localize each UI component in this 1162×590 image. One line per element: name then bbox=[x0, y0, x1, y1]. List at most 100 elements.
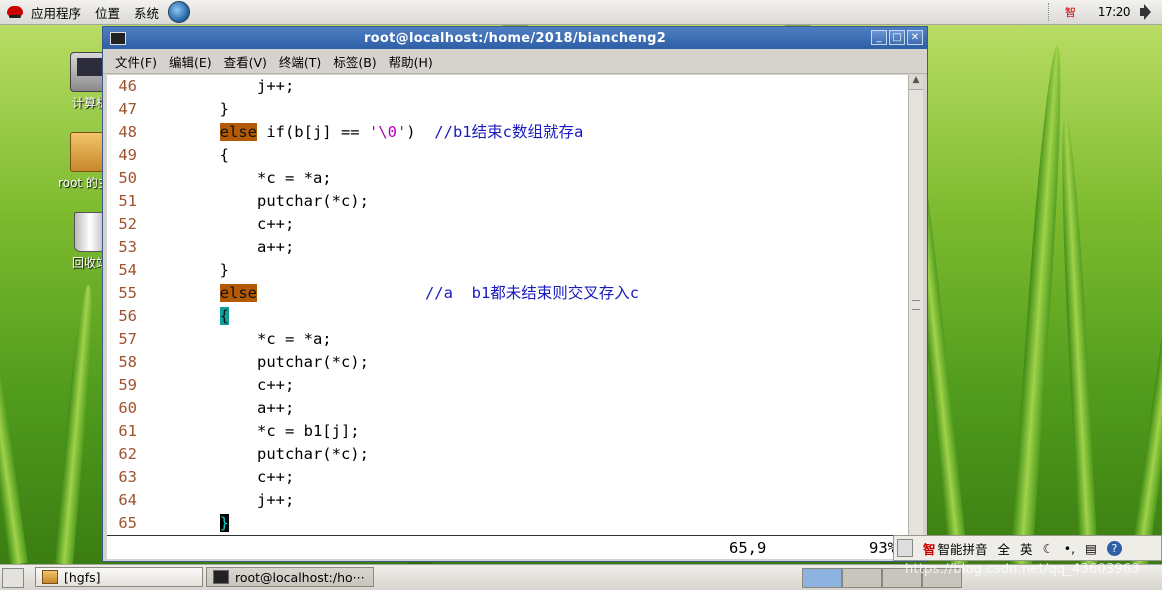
menu-help[interactable]: 帮助(H) bbox=[383, 52, 439, 71]
code-line: 58 putchar(*c); bbox=[107, 351, 909, 374]
line-number: 52 bbox=[118, 215, 137, 233]
code-text: a++; bbox=[145, 238, 295, 256]
ime-logo[interactable]: 智 bbox=[923, 539, 936, 558]
line-number: 59 bbox=[118, 376, 137, 394]
menu-applications[interactable]: 应用程序 bbox=[24, 3, 88, 22]
code-line: 56 { bbox=[107, 305, 909, 328]
vim-status-line: 65,9 93% bbox=[107, 535, 909, 559]
code-text: } bbox=[145, 261, 229, 279]
workspace-1[interactable] bbox=[802, 568, 842, 588]
taskbar-item-terminal[interactable]: root@localhost:/ho··· bbox=[206, 567, 374, 587]
code-text: if(b[j] == bbox=[256, 123, 369, 141]
terminal-window: root@localhost:/home/2018/biancheng2 _ □… bbox=[102, 26, 928, 562]
code-line: 49 { bbox=[107, 144, 909, 167]
terminal-icon bbox=[213, 570, 229, 584]
taskbar-item-hgfs[interactable]: [hgfs] bbox=[35, 567, 203, 587]
keyword-highlight: else bbox=[219, 284, 257, 302]
workspace-2[interactable] bbox=[842, 568, 882, 588]
menu-edit[interactable]: 编辑(E) bbox=[163, 52, 218, 71]
scroll-grip[interactable] bbox=[912, 300, 920, 310]
browser-launcher-icon[interactable] bbox=[168, 1, 191, 23]
code-line: 59 c++; bbox=[107, 374, 909, 397]
code-text: putchar(*c); bbox=[145, 192, 369, 210]
string-literal: '\0' bbox=[368, 123, 407, 141]
code-text: putchar(*c); bbox=[145, 445, 369, 463]
code-text: *c = *a; bbox=[145, 330, 332, 348]
minimize-button[interactable]: _ bbox=[871, 30, 887, 45]
line-number: 64 bbox=[118, 491, 137, 509]
menu-places[interactable]: 位置 bbox=[88, 3, 127, 22]
menu-tabs[interactable]: 标签(B) bbox=[327, 52, 382, 71]
panel-separator bbox=[1047, 3, 1051, 21]
code-text: *c = b1[j]; bbox=[145, 422, 360, 440]
code-line: 47 } bbox=[107, 98, 909, 121]
ime-moon-icon[interactable]: ☾ bbox=[1043, 541, 1054, 556]
menu-view[interactable]: 查看(V) bbox=[218, 52, 273, 71]
line-number: 56 bbox=[118, 307, 137, 325]
scroll-up-arrow-icon[interactable]: ▲ bbox=[909, 75, 923, 90]
code-text: c++; bbox=[145, 376, 295, 394]
ime-keyboard-icon[interactable]: ▤ bbox=[1085, 541, 1097, 556]
code-line: 60 a++; bbox=[107, 397, 909, 420]
maximize-button[interactable]: □ bbox=[889, 30, 905, 45]
code-line: 64 j++; bbox=[107, 489, 909, 512]
line-number: 53 bbox=[118, 238, 137, 256]
window-title: root@localhost:/home/2018/biancheng2 bbox=[363, 30, 667, 46]
line-number: 50 bbox=[118, 169, 137, 187]
line-number: 55 bbox=[118, 284, 137, 302]
ime-language-toggle[interactable]: 英 bbox=[1020, 539, 1033, 558]
menu-file[interactable]: 文件(F) bbox=[109, 52, 163, 71]
ime-punctuation-icon[interactable]: •, bbox=[1064, 541, 1075, 556]
ime-help-icon[interactable]: ? bbox=[1106, 540, 1122, 556]
menu-terminal[interactable]: 终端(T) bbox=[273, 52, 327, 71]
clock[interactable]: 17:20 bbox=[1098, 5, 1131, 19]
code-text: j++; bbox=[145, 77, 295, 95]
code-line: 53 a++; bbox=[107, 236, 909, 259]
close-button[interactable]: ✕ bbox=[907, 30, 923, 45]
watermark: https://blog.csdn.net/qq_43603963 bbox=[905, 562, 1140, 577]
code-text: *c = *a; bbox=[145, 169, 332, 187]
line-number: 65 bbox=[118, 514, 137, 532]
code-line: 63 c++; bbox=[107, 466, 909, 489]
code-line: 46 j++; bbox=[107, 75, 909, 98]
code-line: 54 } bbox=[107, 259, 909, 282]
folder-icon bbox=[42, 570, 58, 584]
ime-drag-handle[interactable] bbox=[897, 539, 913, 557]
volume-icon[interactable] bbox=[1138, 3, 1158, 21]
line-number: 49 bbox=[118, 146, 137, 164]
line-number: 61 bbox=[118, 422, 137, 440]
ime-name[interactable]: 智能拼音 bbox=[938, 539, 988, 558]
menu-system[interactable]: 系统 bbox=[127, 3, 166, 22]
redhat-logo-icon[interactable] bbox=[6, 3, 24, 21]
show-desktop-icon[interactable] bbox=[2, 568, 24, 588]
line-number: 54 bbox=[118, 261, 137, 279]
terminal-content[interactable]: 46 j++; 47 } 48 else if(b[j] == '\0') //b1… bbox=[107, 75, 909, 559]
code-text: c++; bbox=[145, 468, 295, 486]
code-text: { bbox=[145, 146, 229, 164]
code-text: a++; bbox=[145, 399, 295, 417]
ime-indicator-icon[interactable]: 智 bbox=[1065, 4, 1076, 20]
code-text: } bbox=[145, 100, 229, 118]
code-line: 50 *c = *a; bbox=[107, 167, 909, 190]
top-panel: 应用程序 位置 系统 智 17:20 bbox=[0, 0, 1162, 25]
ime-fullwidth-toggle[interactable]: 全 bbox=[998, 539, 1011, 558]
code-line: 55 else //a b1都未结束则交叉存入c bbox=[107, 282, 909, 305]
line-number: 60 bbox=[118, 399, 137, 417]
menubar: 文件(F) 编辑(E) 查看(V) 终端(T) 标签(B) 帮助(H) bbox=[103, 49, 927, 74]
ime-toolbar: 智 智能拼音 全 英 ☾ •, ▤ ? bbox=[893, 535, 1162, 561]
taskbar-item-label: root@localhost:/ho··· bbox=[235, 569, 365, 585]
code-text: putchar(*c); bbox=[145, 353, 369, 371]
code-comment: //b1结束c数组就存a bbox=[434, 123, 584, 141]
line-number: 57 bbox=[118, 330, 137, 348]
line-number: 46 bbox=[118, 77, 137, 95]
line-number: 62 bbox=[118, 445, 137, 463]
taskbar-item-label: [hgfs] bbox=[64, 569, 101, 585]
line-number: 51 bbox=[118, 192, 137, 210]
scrollbar[interactable]: ▲ bbox=[908, 75, 923, 535]
line-number: 47 bbox=[118, 100, 137, 118]
window-titlebar[interactable]: root@localhost:/home/2018/biancheng2 _ □… bbox=[103, 27, 927, 49]
code-text: c++; bbox=[145, 215, 295, 233]
code-line: 52 c++; bbox=[107, 213, 909, 236]
